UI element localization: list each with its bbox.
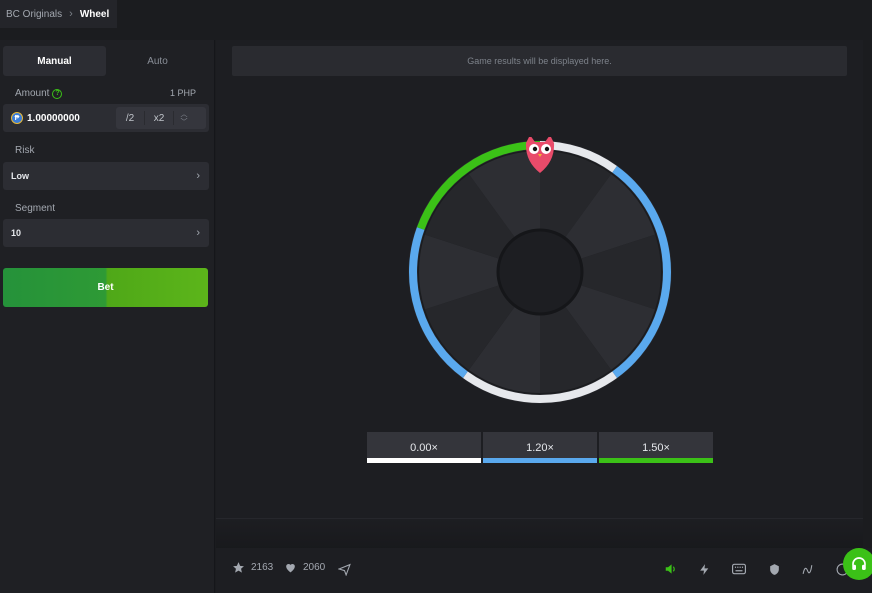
heart-icon (286, 563, 295, 573)
breadcrumb-current: Wheel (79, 8, 110, 20)
segment-label: Segment (15, 203, 56, 214)
breadcrumb: BC Originals › Wheel (0, 0, 118, 28)
share-icon[interactable] (336, 561, 352, 577)
wheel (408, 137, 672, 404)
risk-value: Low (11, 171, 29, 181)
fairness-icon[interactable] (766, 561, 782, 577)
star-icon (233, 562, 244, 573)
chevron-down-icon[interactable]: ﹀ (181, 119, 188, 126)
headset-icon (852, 557, 866, 570)
top-bar: BC Originals › Wheel (0, 0, 872, 40)
amount-label-row: Amount ? (15, 88, 63, 99)
amount-controls: /2 x2 ︿ ﹀ (116, 107, 206, 129)
coin-icon: ₱ (11, 112, 23, 124)
amount-value[interactable]: 1.00000000 (27, 113, 80, 124)
multiplier-label: 1.50× (642, 441, 670, 454)
multiplier-item: 1.50× (599, 432, 713, 463)
game-area: Game results will be displayed here. 0.0… (216, 40, 863, 550)
multiplier-color-bar (367, 458, 481, 463)
tab-manual[interactable]: Manual (3, 46, 106, 76)
risk-label: Risk (15, 145, 35, 156)
risk-select[interactable]: Low › (3, 162, 209, 190)
chevron-right-icon: › (69, 8, 73, 20)
multiplier-item: 1.20× (483, 432, 597, 463)
bet-control-panel: Manual Auto Amount ? 1 PHP ₱ 1.00000000 … (0, 40, 215, 593)
favorites-stat[interactable]: 2163 (232, 561, 273, 574)
multiplier-color-bar (599, 458, 713, 463)
multiplier-label: 1.20× (526, 441, 554, 454)
game-footer: 2163 2060 (216, 548, 872, 593)
likes-count: 2060 (303, 562, 326, 573)
lightning-icon[interactable] (696, 561, 712, 577)
breadcrumb-parent[interactable]: BC Originals (6, 9, 62, 20)
amount-label: Amount (15, 88, 50, 99)
segment-value: 10 (11, 228, 22, 238)
mode-tabs: Manual Auto (3, 46, 209, 76)
chevron-up-icon[interactable]: ︿ (181, 111, 188, 118)
multiplier-label: 0.00× (410, 441, 438, 454)
stage-floor (216, 518, 863, 550)
keyboard-icon[interactable] (731, 561, 747, 577)
chart-icon[interactable] (800, 561, 816, 577)
multiplier-color-bar (483, 458, 597, 463)
wheel-hub (496, 228, 584, 316)
support-button[interactable] (843, 548, 872, 580)
amount-unit: 1 PHP (169, 88, 196, 98)
amount-stepper[interactable]: ︿ ﹀ (174, 111, 194, 126)
segment-select[interactable]: 10 › (3, 219, 209, 247)
multiplier-item: 0.00× (367, 432, 481, 463)
bet-button[interactable]: Bet (3, 268, 208, 307)
amount-input[interactable]: ₱ 1.00000000 /2 x2 ︿ ﹀ (3, 104, 209, 132)
sound-icon[interactable] (663, 561, 679, 577)
half-button[interactable]: /2 (116, 113, 144, 124)
chevron-right-icon: › (196, 170, 200, 182)
results-bar: Game results will be displayed here. (232, 46, 847, 76)
double-button[interactable]: x2 (145, 113, 173, 124)
tab-auto[interactable]: Auto (106, 46, 209, 76)
chevron-right-icon: › (196, 227, 200, 239)
favorites-count: 2163 (251, 562, 274, 573)
help-icon[interactable]: ? (52, 88, 63, 99)
likes-stat[interactable]: 2060 (284, 561, 325, 574)
multiplier-legend: 0.00× 1.20× 1.50× (367, 432, 713, 463)
